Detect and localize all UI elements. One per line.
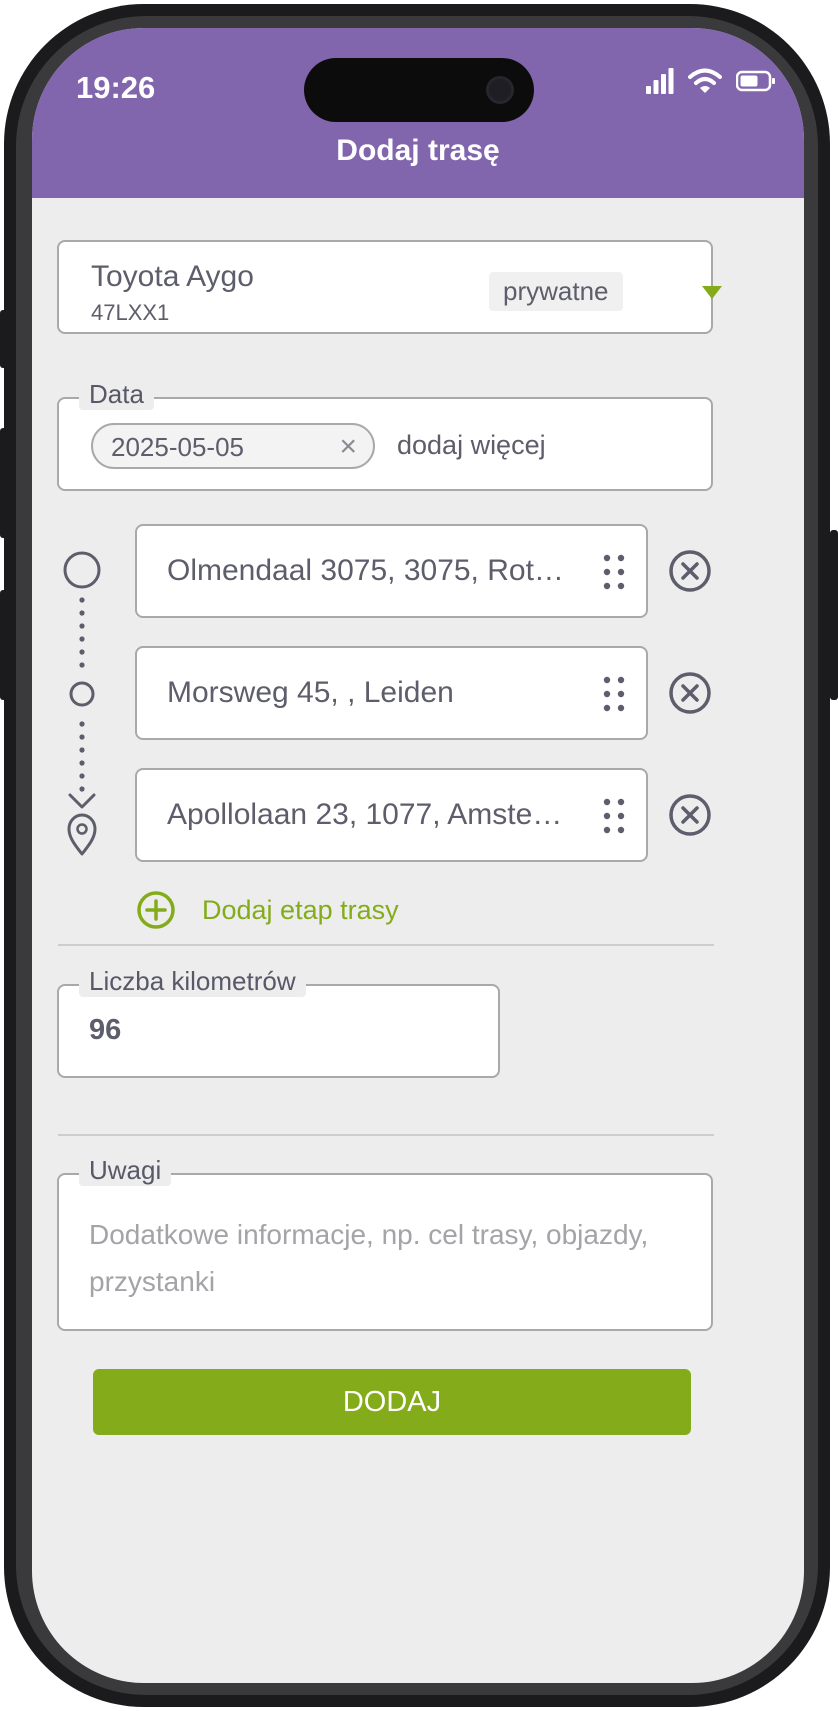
volume-down-button — [0, 590, 8, 700]
date-field-label: Data — [79, 379, 154, 410]
route-stop-input[interactable]: Olmendaal 3075, 3075, Rott… — [135, 524, 648, 618]
status-time: 19:26 — [76, 70, 156, 105]
page-title: Dodaj trasę — [336, 134, 500, 167]
km-value: 96 — [89, 1014, 122, 1046]
divider — [58, 1134, 714, 1136]
battery-icon — [736, 70, 775, 92]
vehicle-type-badge: prywatne — [489, 272, 623, 311]
route-stop-address: Morsweg 45, , Leiden — [167, 676, 454, 709]
add-more-dates[interactable]: dodaj więcej — [397, 430, 546, 461]
drag-handle-icon[interactable] — [603, 798, 625, 834]
status-icons — [646, 68, 776, 94]
route-stop-address: Olmendaal 3075, 3075, Rott… — [167, 554, 567, 587]
power-button — [830, 530, 838, 700]
dynamic-island — [304, 58, 534, 122]
add-stop-button[interactable]: Dodaj etap trasy — [136, 890, 399, 930]
app-screen: 19:26 Dodaj trasę Toyota Aygo 47LXX1 pry… — [32, 28, 804, 1683]
submit-button[interactable]: DODAJ — [93, 1369, 691, 1435]
route-waypoint-icon — [69, 681, 95, 707]
notes-field-label: Uwagi — [79, 1155, 172, 1186]
close-icon[interactable]: × — [339, 429, 357, 465]
chevron-down-icon[interactable] — [702, 286, 722, 299]
signal-icon — [646, 68, 674, 94]
remove-stop-icon[interactable] — [668, 549, 712, 593]
drag-handle-icon[interactable] — [603, 554, 625, 590]
route-stop-input[interactable]: Morsweg 45, , Leiden — [135, 646, 648, 740]
add-stop-label: Dodaj etap trasy — [202, 894, 399, 925]
drag-handle-icon[interactable] — [603, 676, 625, 712]
remove-stop-icon[interactable] — [668, 793, 712, 837]
route-timeline — [63, 551, 101, 856]
remove-stop-icon[interactable] — [668, 671, 712, 715]
date-chip[interactable]: 2025-05-05 × — [91, 423, 375, 469]
divider — [58, 944, 714, 946]
notes-placeholder: Dodatkowe informacje, np. cel trasy, obj… — [89, 1219, 649, 1297]
route-stop-input[interactable]: Apollolaan 23, 1077, Amster… — [135, 768, 648, 862]
route-dots — [79, 597, 85, 792]
km-field-label: Liczba kilometrów — [79, 966, 306, 997]
date-field[interactable]: Data 2025-05-05 × dodaj więcej — [57, 379, 713, 491]
action-button — [0, 310, 8, 368]
notes-field[interactable]: Uwagi Dodatkowe informacje, np. cel tras… — [57, 1155, 713, 1331]
app-header: 19:26 Dodaj trasę — [32, 28, 804, 198]
vehicle-select[interactable]: Toyota Aygo 47LXX1 prywatne — [57, 240, 722, 334]
arrow-down-icon — [68, 793, 96, 809]
wifi-icon — [688, 68, 722, 93]
route-stop-address: Apollolaan 23, 1077, Amster… — [167, 798, 567, 831]
vehicle-name: Toyota Aygo — [91, 260, 254, 293]
plus-circle-icon — [137, 891, 175, 929]
date-chip-value: 2025-05-05 — [111, 432, 244, 462]
volume-up-button — [0, 428, 8, 538]
route-start-icon — [63, 551, 101, 589]
km-field[interactable]: Liczba kilometrów 96 — [57, 966, 500, 1078]
vehicle-plate: 47LXX1 — [91, 300, 170, 325]
camera-icon — [486, 76, 514, 104]
